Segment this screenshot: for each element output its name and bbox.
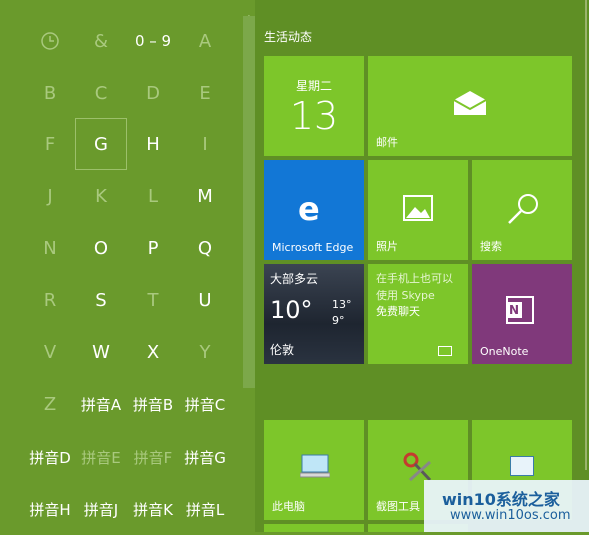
jump-letter-19[interactable]: Q <box>179 222 231 274</box>
jump-letter-20: R <box>43 289 57 311</box>
photos-label: 照片 <box>376 240 398 253</box>
jump-letter-34: 拼音F <box>133 448 173 467</box>
jump-letter-36[interactable]: 拼音H <box>24 483 76 535</box>
mail-label: 邮件 <box>376 136 398 149</box>
onenote-icon: N <box>506 296 534 324</box>
jump-letter-11: I <box>202 133 208 155</box>
envelope-icon <box>453 91 487 115</box>
calendar-date: 13 <box>289 94 339 138</box>
jump-letter-13: K <box>95 185 107 207</box>
jump-letter-25[interactable]: W <box>75 326 127 378</box>
jump-letter-12: J <box>47 185 53 207</box>
jump-letter-14: L <box>147 185 159 207</box>
calendar-day: 星期二 <box>295 79 332 93</box>
watermark-url: www.win10os.com <box>450 508 571 523</box>
photo-icon <box>403 195 433 221</box>
skype-line3: 免费聊天 <box>376 305 420 318</box>
section-title: 生活动态 <box>264 30 313 44</box>
photos-tile[interactable]: 照片 <box>368 160 468 260</box>
watermark-title: win10系统之家 <box>442 490 560 509</box>
jump-letter-31[interactable]: 拼音C <box>179 378 231 430</box>
onenote-tile[interactable]: N OneNote <box>472 264 572 364</box>
edge-icon: e <box>298 190 320 228</box>
jump-letter-7: E <box>199 82 211 104</box>
tile-partial-bottom-1[interactable] <box>264 524 364 532</box>
jump-letter-5: C <box>94 82 108 104</box>
weather-tile[interactable]: 大部多云 10° 13° 9° 伦敦 <box>264 264 364 364</box>
jump-letter-22: T <box>147 289 159 311</box>
scissors-icon <box>403 452 432 482</box>
jump-letter-35[interactable]: 拼音G <box>179 431 231 483</box>
right-scrollbar-thumb[interactable] <box>585 0 587 470</box>
search-tile[interactable]: 搜索 <box>472 160 572 260</box>
edge-label: Microsoft Edge <box>272 241 354 254</box>
search-icon <box>508 194 538 224</box>
jump-letter-38[interactable]: 拼音K <box>127 483 179 535</box>
jump-letter-18[interactable]: P <box>127 222 179 274</box>
app-window-icon <box>510 456 534 476</box>
search-label: 搜索 <box>480 240 502 253</box>
jump-letter-28: Z <box>43 393 57 415</box>
jump-letter-33: 拼音E <box>81 448 121 467</box>
skype-line2: 使用 Skype <box>376 289 435 302</box>
jump-letter-29[interactable]: 拼音A <box>75 378 127 430</box>
jump-letter-27: Y <box>199 341 211 363</box>
left-scrollbar[interactable] <box>243 16 255 388</box>
this-pc-label: 此电脑 <box>272 500 305 513</box>
jump-letter-4: B <box>43 82 57 104</box>
watermark: win10系统之家 www.win10os.com <box>424 480 589 532</box>
snipping-tool-label: 截图工具 <box>376 500 420 513</box>
jump-letter-10[interactable]: H <box>127 118 179 170</box>
jump-letter-8: F <box>44 133 56 155</box>
jump-letter-39[interactable]: 拼音L <box>179 483 231 535</box>
jump-letter-21[interactable]: S <box>75 274 127 326</box>
jump-letter-15[interactable]: M <box>179 170 231 222</box>
edge-tile[interactable]: e Microsoft Edge <box>264 160 364 260</box>
calendar-tile[interactable]: 星期二 13 <box>264 56 364 156</box>
jump-letter-1: & <box>93 30 109 52</box>
clock-icon <box>24 15 76 67</box>
weather-city: 伦敦 <box>270 343 295 357</box>
jump-letter-17[interactable]: O <box>75 222 127 274</box>
skype-app-icon <box>438 346 452 356</box>
computer-icon <box>300 454 330 478</box>
onenote-label: OneNote <box>480 345 529 358</box>
this-pc-tile[interactable]: 此电脑 <box>264 420 364 520</box>
jump-letter-2[interactable]: 0 – 9 <box>127 15 179 67</box>
jump-letter-32[interactable]: 拼音D <box>24 431 76 483</box>
jump-letter-24: V <box>43 341 57 363</box>
weather-temp: 10° <box>270 296 313 324</box>
skype-tile[interactable]: 在手机上也可以 使用 Skype 免费聊天 <box>368 264 468 364</box>
jump-letter-26[interactable]: X <box>127 326 179 378</box>
jump-letter-16: N <box>43 237 57 259</box>
jump-letter-23[interactable]: U <box>179 274 231 326</box>
skype-line1: 在手机上也可以 <box>376 272 453 285</box>
mail-tile[interactable]: 邮件 <box>368 56 572 156</box>
jump-letter-9[interactable]: G <box>75 118 127 170</box>
weather-condition: 大部多云 <box>270 272 319 286</box>
jump-letter-37[interactable]: 拼音J <box>75 483 127 535</box>
weather-high: 13° <box>332 298 352 311</box>
right-scroll-track[interactable] <box>576 0 589 532</box>
jump-letter-30[interactable]: 拼音B <box>127 378 179 430</box>
jump-letter-6: D <box>146 82 160 104</box>
weather-low: 9° <box>332 314 345 327</box>
alphabet-jump-list: & 0 – 9 A B C D E F G H I J K L M N O P Q R S T U V W X Y Z 拼音A 拼音B 拼音… <box>0 0 243 532</box>
jump-letter-3: A <box>198 30 212 52</box>
